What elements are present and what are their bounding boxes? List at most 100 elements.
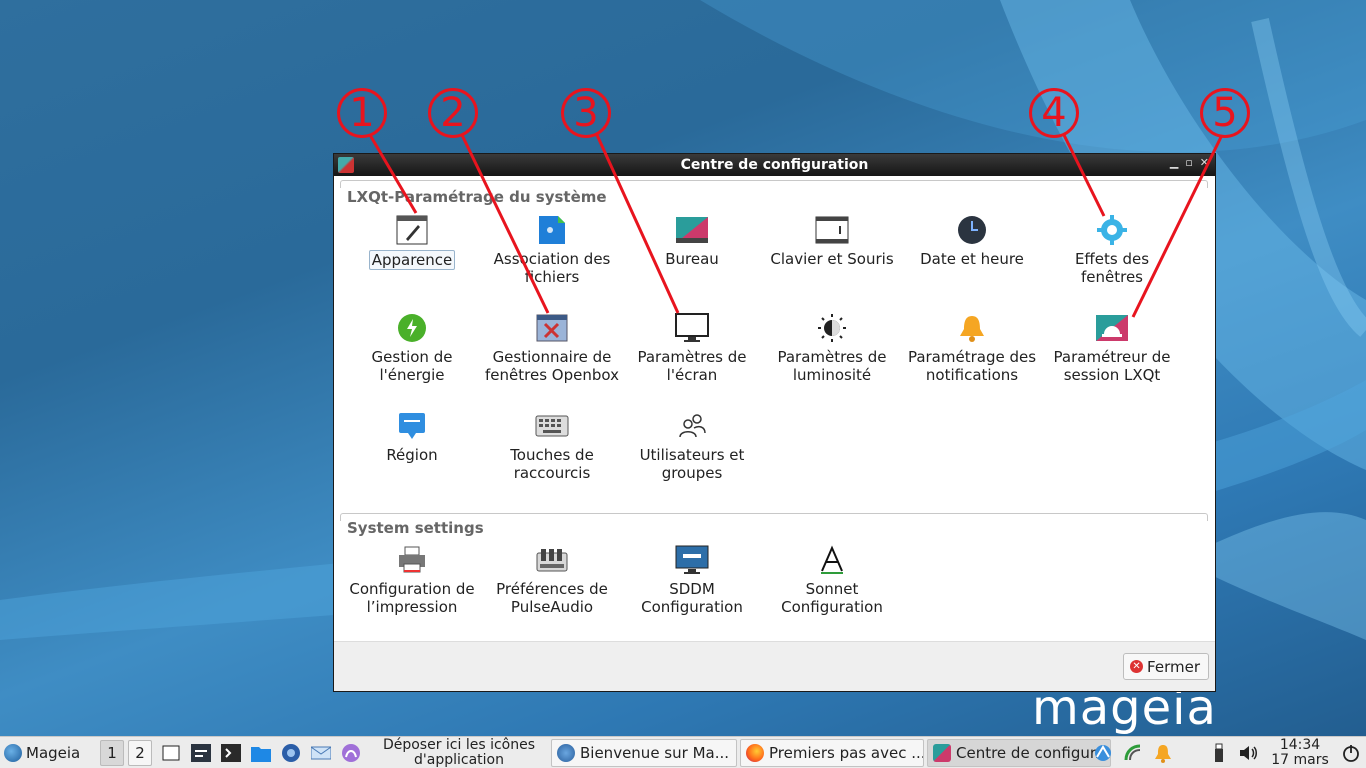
taskbar: Mageia 1 2 Déposer ici les icônes d'appl… [0, 736, 1366, 768]
clock-date: 17 mars [1271, 752, 1329, 768]
annotation-1: 1 [337, 88, 387, 138]
item-impression[interactable]: Configuration de l’impression [342, 544, 482, 616]
close-button[interactable]: ✕ Fermer [1123, 653, 1209, 680]
workspace-2[interactable]: 2 [128, 739, 152, 766]
window-effects-icon [1095, 214, 1129, 246]
mail-icon[interactable] [310, 742, 332, 764]
main-menu-button[interactable]: Mageia [0, 743, 100, 762]
network-icon[interactable] [1092, 742, 1114, 764]
item-label: Gestion de l'énergie [371, 348, 453, 384]
item-bureau[interactable]: Bureau [622, 214, 762, 268]
minimize-icon[interactable]: ▁ [1170, 156, 1178, 169]
system-tray: 14:34 17 mars [1088, 737, 1366, 768]
item-label: Effets des fenêtres [1074, 250, 1150, 286]
item-parametres-ecran[interactable]: Paramètres de l'écran [622, 312, 762, 384]
item-sddm[interactable]: SDDM Configuration [622, 544, 762, 616]
desktop-icon [675, 214, 709, 246]
item-utilisateurs[interactable]: Utilisateurs et groupes [622, 410, 762, 482]
session-icon [1095, 312, 1129, 344]
item-luminosite[interactable]: Paramètres de luminosité [762, 312, 902, 384]
clock[interactable]: 14:34 17 mars [1264, 738, 1336, 768]
item-label: Association des fichiers [493, 250, 611, 286]
close-button-label: Fermer [1147, 657, 1200, 676]
item-label: Sonnet Configuration [781, 580, 883, 616]
task-manager-icon[interactable] [190, 742, 212, 764]
file-association-icon [535, 214, 569, 246]
item-effets-fenetres[interactable]: Effets des fenêtres [1042, 214, 1182, 286]
config-window: Centre de configuration ▁ ▫ ✕ LXQt-Param… [333, 153, 1216, 692]
show-desktop-icon[interactable] [160, 742, 182, 764]
item-apparence[interactable]: Apparence [342, 214, 482, 270]
quicklaunch-drop-zone[interactable]: Déposer ici les icônes d'application [370, 737, 548, 768]
item-pulseaudio[interactable]: Préférences de PulseAudio [482, 544, 622, 616]
item-label: Paramètres de luminosité [777, 348, 887, 384]
item-label: Apparence [368, 250, 456, 270]
item-clavier-souris[interactable]: Clavier et Souris [762, 214, 902, 268]
appearance-icon [395, 214, 429, 246]
item-label: Gestionnaire de fenêtres Openbox [485, 348, 619, 384]
item-label: Date et heure [920, 250, 1024, 268]
window-content: LXQt-Paramétrage du système Apparence As… [334, 176, 1215, 641]
item-label: Préférences de PulseAudio [496, 580, 608, 616]
item-session-lxqt[interactable]: Paramétreur de session LXQt [1042, 312, 1182, 384]
item-label: Bureau [665, 250, 719, 268]
terminal-icon[interactable] [220, 742, 242, 764]
monitor-icon [675, 312, 709, 344]
annotation-4: 4 [1029, 88, 1079, 138]
item-notifications[interactable]: Paramétrage des notifications [902, 312, 1042, 384]
sonnet-icon [815, 544, 849, 576]
annotation-2: 2 [428, 88, 478, 138]
task-bienvenue[interactable]: Bienvenue sur Ma... [551, 738, 737, 767]
config-center-icon [933, 743, 951, 762]
menu-label: Mageia [26, 743, 81, 762]
workspace-1[interactable]: 1 [100, 739, 124, 766]
sddm-icon [675, 544, 709, 576]
region-icon [395, 410, 429, 442]
item-label: Clavier et Souris [770, 250, 894, 268]
shortcut-keys-icon [535, 410, 569, 442]
openbox-icon [535, 312, 569, 344]
maximize-icon[interactable]: ▫ [1185, 156, 1192, 169]
task-label: Centre de configur... [956, 743, 1109, 762]
annotation-3: 3 [561, 88, 611, 138]
update-applet-icon[interactable] [1122, 742, 1144, 764]
file-manager-icon[interactable] [250, 742, 272, 764]
item-label: Utilisateurs et groupes [639, 446, 745, 482]
item-date-heure[interactable]: Date et heure [902, 214, 1042, 268]
item-region[interactable]: Région [342, 410, 482, 464]
item-openbox[interactable]: Gestionnaire de fenêtres Openbox [482, 312, 622, 384]
usb-device-icon[interactable] [1208, 742, 1230, 764]
item-raccourcis[interactable]: Touches de raccourcis [482, 410, 622, 482]
dialog-button-bar: ✕ Fermer [334, 641, 1215, 691]
item-label: Paramétrage des notifications [907, 348, 1037, 384]
item-label: Configuration de l’impression [349, 580, 475, 616]
group-title-system-settings: System settings [347, 519, 484, 537]
task-config-center[interactable]: Centre de configur... [927, 738, 1111, 767]
group-title-lxqt: LXQt-Paramétrage du système [347, 188, 607, 206]
window-title: Centre de configuration [680, 157, 869, 173]
item-label: Paramètres de l'écran [637, 348, 747, 384]
item-label: Région [386, 446, 438, 464]
keyboard-mouse-icon [815, 214, 849, 246]
clock-icon [955, 214, 989, 246]
printer-icon [395, 544, 429, 576]
item-label: Touches de raccourcis [510, 446, 594, 482]
volume-icon[interactable] [1238, 742, 1260, 764]
close-icon[interactable]: ✕ [1200, 156, 1209, 169]
config-center-icon [338, 157, 354, 173]
close-icon: ✕ [1130, 660, 1144, 673]
browser-icon[interactable] [340, 742, 362, 764]
firefox-icon [746, 743, 764, 762]
task-firefox[interactable]: Premiers pas avec ... [740, 738, 924, 767]
item-label: Paramétreur de session LXQt [1053, 348, 1171, 384]
task-label: Bienvenue sur Ma... [580, 743, 730, 762]
item-sonnet[interactable]: Sonnet Configuration [762, 544, 902, 616]
notifications-bell-icon[interactable] [1152, 742, 1174, 764]
item-association-fichiers[interactable]: Association des fichiers [482, 214, 622, 286]
brightness-icon [815, 312, 849, 344]
item-gestion-energie[interactable]: Gestion de l'énergie [342, 312, 482, 384]
group-frame-system [340, 180, 1208, 188]
settings-gear-icon[interactable] [280, 742, 302, 764]
window-titlebar[interactable]: Centre de configuration ▁ ▫ ✕ [334, 154, 1215, 176]
power-button-icon[interactable] [1340, 742, 1362, 764]
